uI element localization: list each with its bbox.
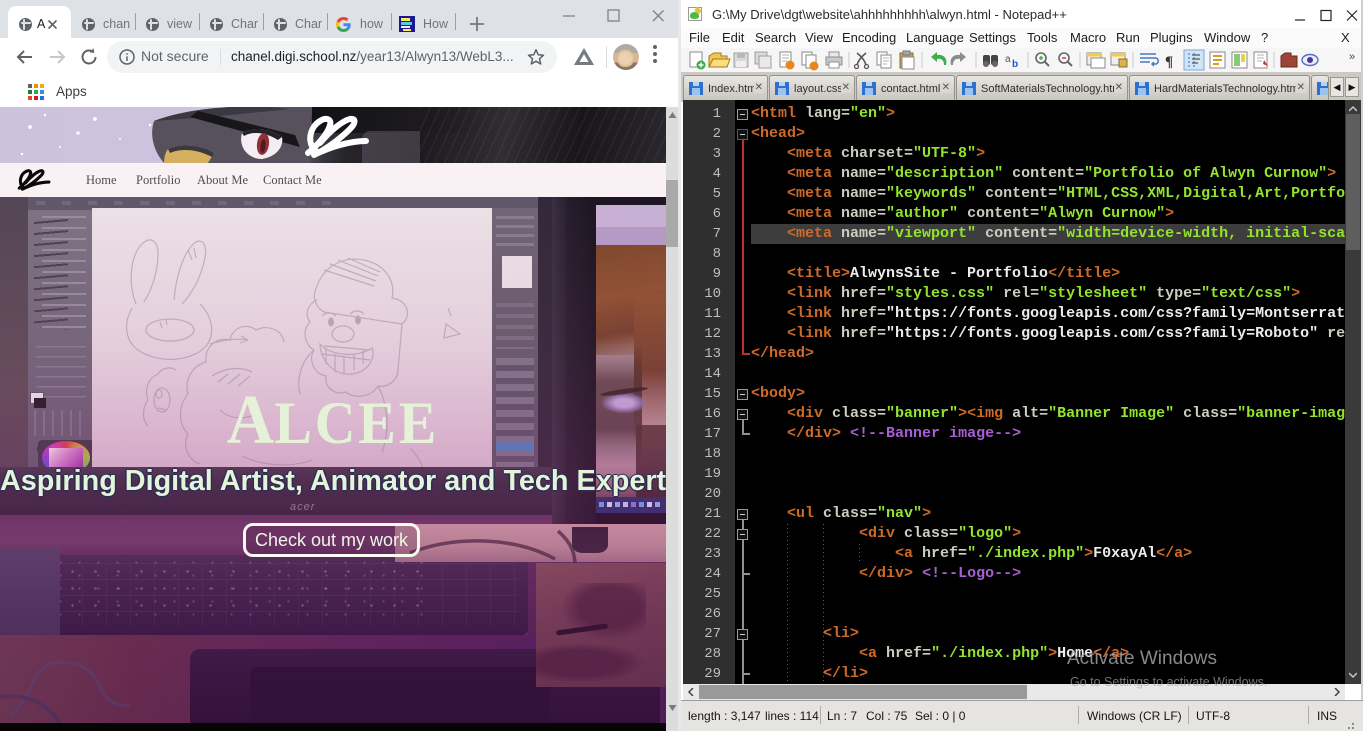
- svg-text:a: a: [1005, 54, 1011, 65]
- svg-text:»: »: [1349, 51, 1355, 63]
- svg-text:b: b: [1012, 59, 1018, 70]
- svg-text:¶: ¶: [1165, 54, 1173, 70]
